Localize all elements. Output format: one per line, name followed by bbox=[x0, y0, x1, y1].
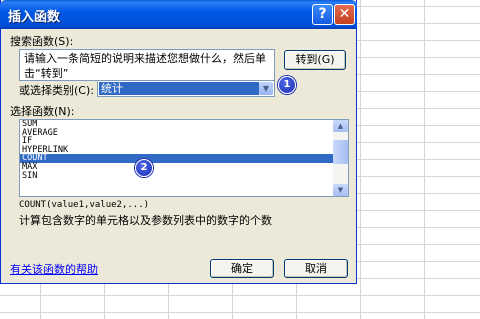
category-selected-value: 统计 bbox=[99, 82, 259, 95]
category-label: 或选择类别(C): bbox=[19, 82, 94, 98]
search-input[interactable]: 请输入一条简短的说明来描述您想做什么，然后单击“转到” bbox=[19, 49, 275, 81]
function-list-label-text: 选择函数 bbox=[10, 105, 54, 118]
scroll-thumb[interactable] bbox=[333, 140, 348, 164]
dialog-title-bar[interactable]: 插入函数 ? ✕ bbox=[0, 0, 357, 29]
function-list-label-key: (N): bbox=[54, 105, 75, 118]
dialog-title: 插入函数 bbox=[8, 10, 61, 25]
category-label-text: 或选择类别 bbox=[19, 84, 74, 97]
scroll-down-icon[interactable]: ▼ bbox=[333, 184, 348, 196]
list-item[interactable]: SUM bbox=[20, 120, 348, 129]
callout-badge-1: 1 bbox=[278, 76, 296, 94]
callout-badge-2: 2 bbox=[135, 159, 153, 177]
search-label-key: (S): bbox=[54, 35, 74, 48]
function-list[interactable]: SUM AVERAGE IF HYPERLINK COUNT MAX SIN ▲… bbox=[19, 119, 349, 197]
category-label-key: (C): bbox=[74, 84, 94, 97]
close-icon[interactable]: ✕ bbox=[334, 4, 355, 25]
chevron-down-icon[interactable]: ▼ bbox=[259, 82, 273, 95]
search-label: 搜索函数(S): bbox=[10, 33, 73, 49]
category-select[interactable]: 统计 ▼ bbox=[97, 80, 275, 97]
insert-function-dialog: 插入函数 ? ✕ 搜索函数(S): 请输入一条简短的说明来描述您想做什么，然后单… bbox=[0, 0, 357, 284]
function-description: 计算包含数字的单元格以及参数列表中的数字的个数 bbox=[19, 214, 272, 227]
list-item[interactable]: SIN bbox=[20, 171, 348, 181]
list-item[interactable]: MAX bbox=[20, 163, 348, 172]
ok-button[interactable]: 确定 bbox=[210, 259, 274, 278]
list-item[interactable]: AVERAGE bbox=[20, 128, 348, 138]
scroll-up-icon[interactable]: ▲ bbox=[333, 120, 348, 132]
list-item[interactable]: IF bbox=[20, 137, 348, 146]
function-syntax: COUNT(value1,value2,...) bbox=[19, 200, 150, 210]
cancel-button[interactable]: 取消 bbox=[284, 259, 348, 278]
go-button[interactable]: 转到(G) bbox=[284, 50, 346, 70]
help-icon[interactable]: ? bbox=[312, 4, 333, 25]
function-list-label: 选择函数(N): bbox=[10, 103, 75, 119]
list-item[interactable]: HYPERLINK bbox=[20, 146, 348, 155]
list-scrollbar[interactable]: ▲ ▼ bbox=[333, 120, 348, 196]
function-help-link[interactable]: 有关该函数的帮助 bbox=[10, 261, 98, 277]
list-item-selected[interactable]: COUNT bbox=[20, 154, 348, 163]
search-label-text: 搜索函数 bbox=[10, 35, 54, 48]
